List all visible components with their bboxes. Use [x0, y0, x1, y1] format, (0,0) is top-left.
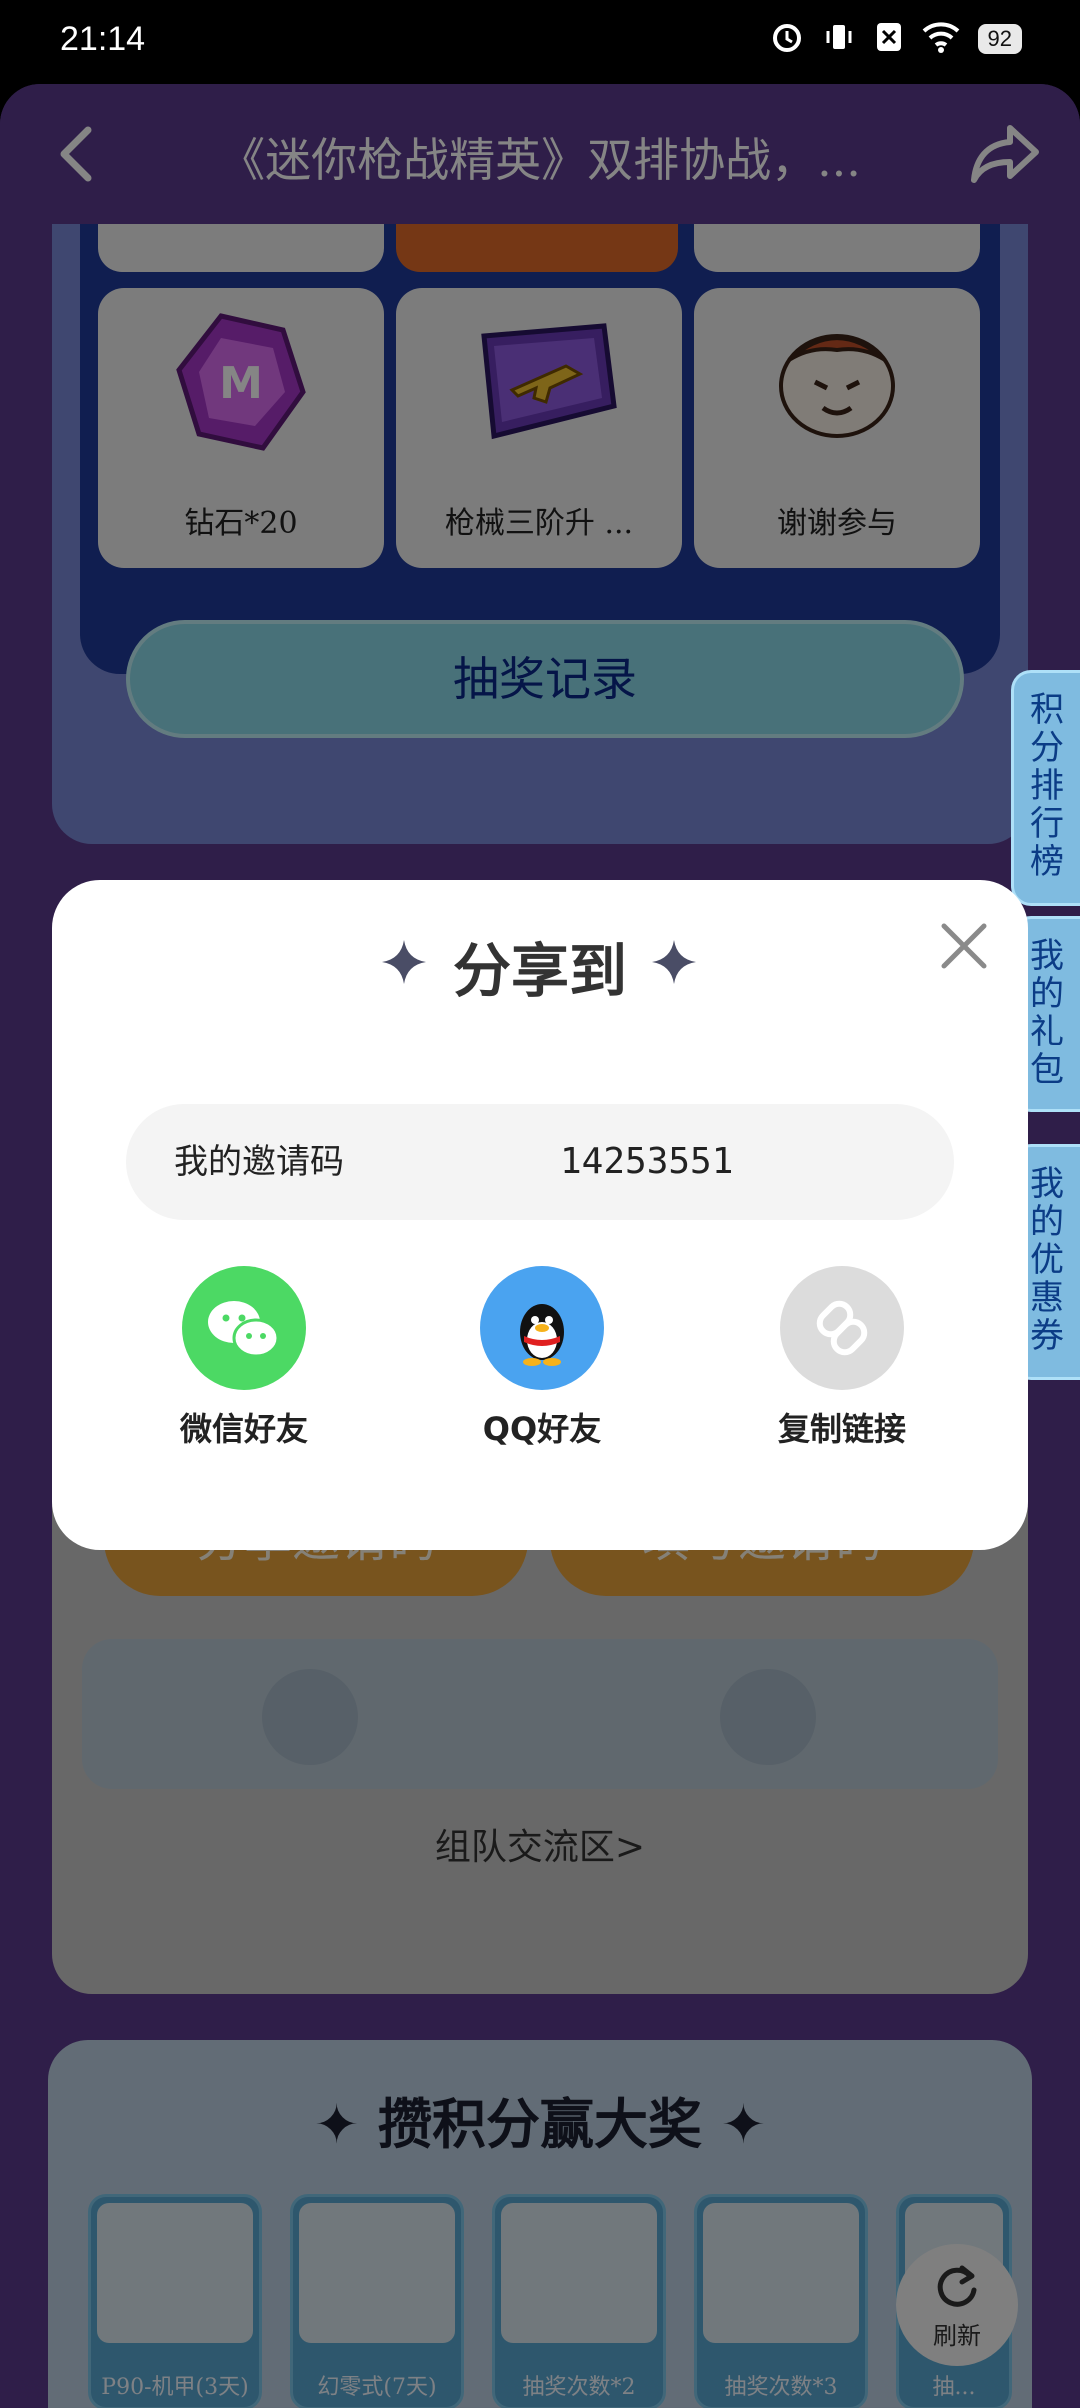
invite-code-box: 我的邀请码 14253551	[126, 1104, 954, 1220]
close-icon	[941, 923, 987, 969]
share-qq-option[interactable]: QQ好友	[432, 1266, 652, 1466]
copy-link-option[interactable]: 复制链接	[732, 1266, 952, 1466]
app-screen: 《迷你枪战精英》双排协战，... M 钻石*20 枪械三阶升 ... 谢谢参与 …	[0, 84, 1080, 2408]
share-option-label: QQ好友	[482, 1410, 602, 1448]
invite-code-value[interactable]: 14253551	[560, 1104, 733, 1220]
share-option-label: 复制链接	[777, 1410, 906, 1448]
invite-code-label: 我的邀请码	[174, 1142, 344, 1182]
modal-title: 分享到	[452, 937, 627, 1005]
status-bar: 21:14 92	[0, 0, 1080, 84]
share-wechat-option[interactable]: 微信好友	[134, 1266, 354, 1466]
share-option-label: 微信好友	[179, 1410, 308, 1448]
battery-indicator: 92	[977, 24, 1022, 54]
wifi-icon	[922, 21, 960, 57]
wechat-icon	[182, 1266, 306, 1390]
sparkle-icon	[652, 940, 696, 984]
status-time: 21:14	[60, 20, 146, 58]
vibrate-icon	[822, 20, 856, 58]
no-sim-icon	[874, 20, 904, 58]
side-tab-leaderboard[interactable]: 积分排行榜	[1011, 670, 1080, 906]
share-modal: 分享到 我的邀请码 14253551 微信好友 QQ好友 复制链接	[52, 880, 1028, 1550]
link-icon	[780, 1266, 904, 1390]
close-button[interactable]	[936, 918, 992, 974]
status-icons: 92	[770, 20, 1022, 58]
alarm-icon	[770, 20, 804, 58]
qq-penguin-icon	[480, 1266, 604, 1390]
